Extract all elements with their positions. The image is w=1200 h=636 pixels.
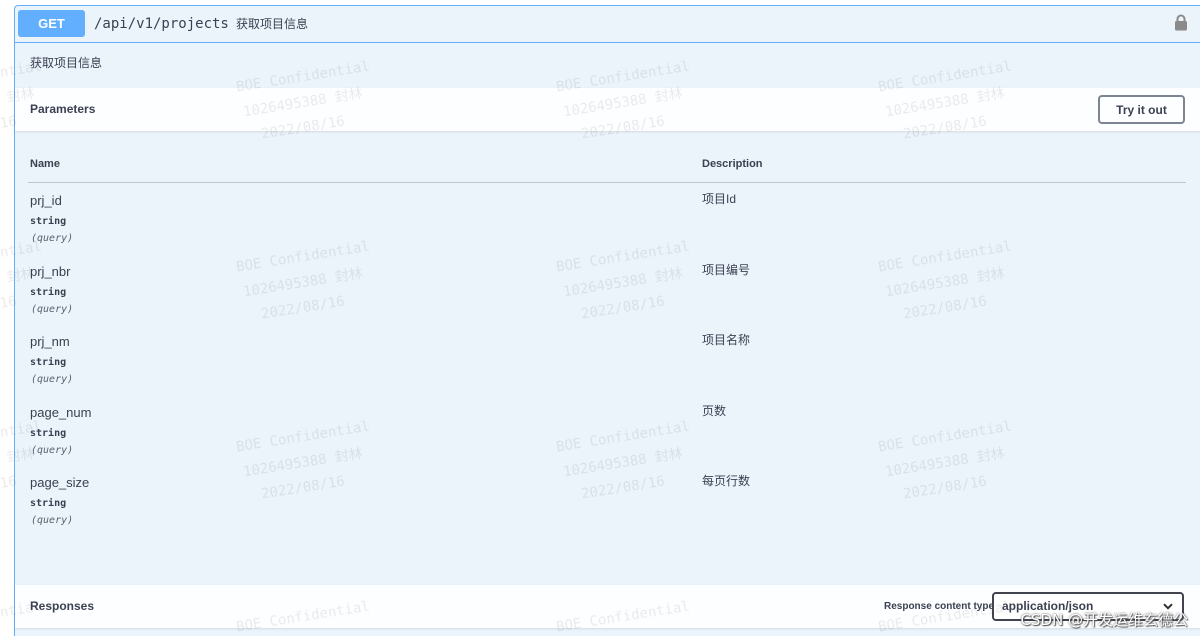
parameter-type: string xyxy=(30,498,67,509)
parameter-row: page_size string (query) 每页行数 xyxy=(15,474,1200,545)
parameter-description: 项目名称 xyxy=(702,333,751,347)
parameter-location: (query) xyxy=(31,374,74,385)
parameter-row: prj_nbr string (query) 项目编号 xyxy=(15,262,1200,334)
column-header-name: Name xyxy=(30,158,60,170)
responses-title: Responses xyxy=(30,599,95,613)
chevron-down-icon xyxy=(1163,603,1173,610)
parameter-name: prj_id xyxy=(30,193,62,208)
parameter-row: prj_id string (query) 项目Id xyxy=(15,192,1200,263)
parameter-name: prj_nbr xyxy=(30,263,71,279)
parameter-type: string xyxy=(30,427,67,439)
parameter-location: (query) xyxy=(31,233,74,244)
operation-summary[interactable]: GET /api/v1/projects 获取项目信息 xyxy=(15,6,1200,43)
parameter-type: string xyxy=(30,357,67,368)
method-badge: GET xyxy=(18,10,85,37)
table-header-divider xyxy=(28,182,1186,183)
parameter-type: string xyxy=(30,216,67,227)
parameter-row: prj_nm string (query) 项目名称 xyxy=(15,333,1200,404)
parameter-type: string xyxy=(30,286,67,298)
parameter-location: (query) xyxy=(31,444,74,456)
operation-description: 获取项目信息 xyxy=(30,56,103,70)
parameter-name: prj_nm xyxy=(30,334,70,349)
try-it-out-button[interactable]: Try it out xyxy=(1098,95,1185,124)
parameter-description: 项目Id xyxy=(702,192,737,206)
parameter-location: (query) xyxy=(31,303,74,315)
parameter-name: page_num xyxy=(30,404,92,420)
lock-icon[interactable] xyxy=(1174,14,1188,31)
parameters-header: Parameters Try it out xyxy=(15,88,1200,131)
column-header-description: Description xyxy=(702,158,763,170)
operation-summary-text: 获取项目信息 xyxy=(236,17,309,31)
response-content-type-label: Response content type xyxy=(884,601,995,612)
parameter-description: 每页行数 xyxy=(702,474,751,488)
parameter-description: 页数 xyxy=(702,403,727,418)
parameters-title: Parameters xyxy=(30,102,96,116)
csdn-credit-watermark: CSDN @开发运维玄德公 xyxy=(1020,611,1188,629)
operation-block: GET /api/v1/projects 获取项目信息 获取项目信息 Param… xyxy=(14,5,1200,636)
endpoint-path: /api/v1/projects xyxy=(94,16,229,32)
parameter-row: page_num string (query) 页数 xyxy=(15,403,1200,475)
parameter-description: 项目编号 xyxy=(702,262,751,277)
parameter-name: page_size xyxy=(30,475,90,490)
parameter-location: (query) xyxy=(31,515,74,526)
